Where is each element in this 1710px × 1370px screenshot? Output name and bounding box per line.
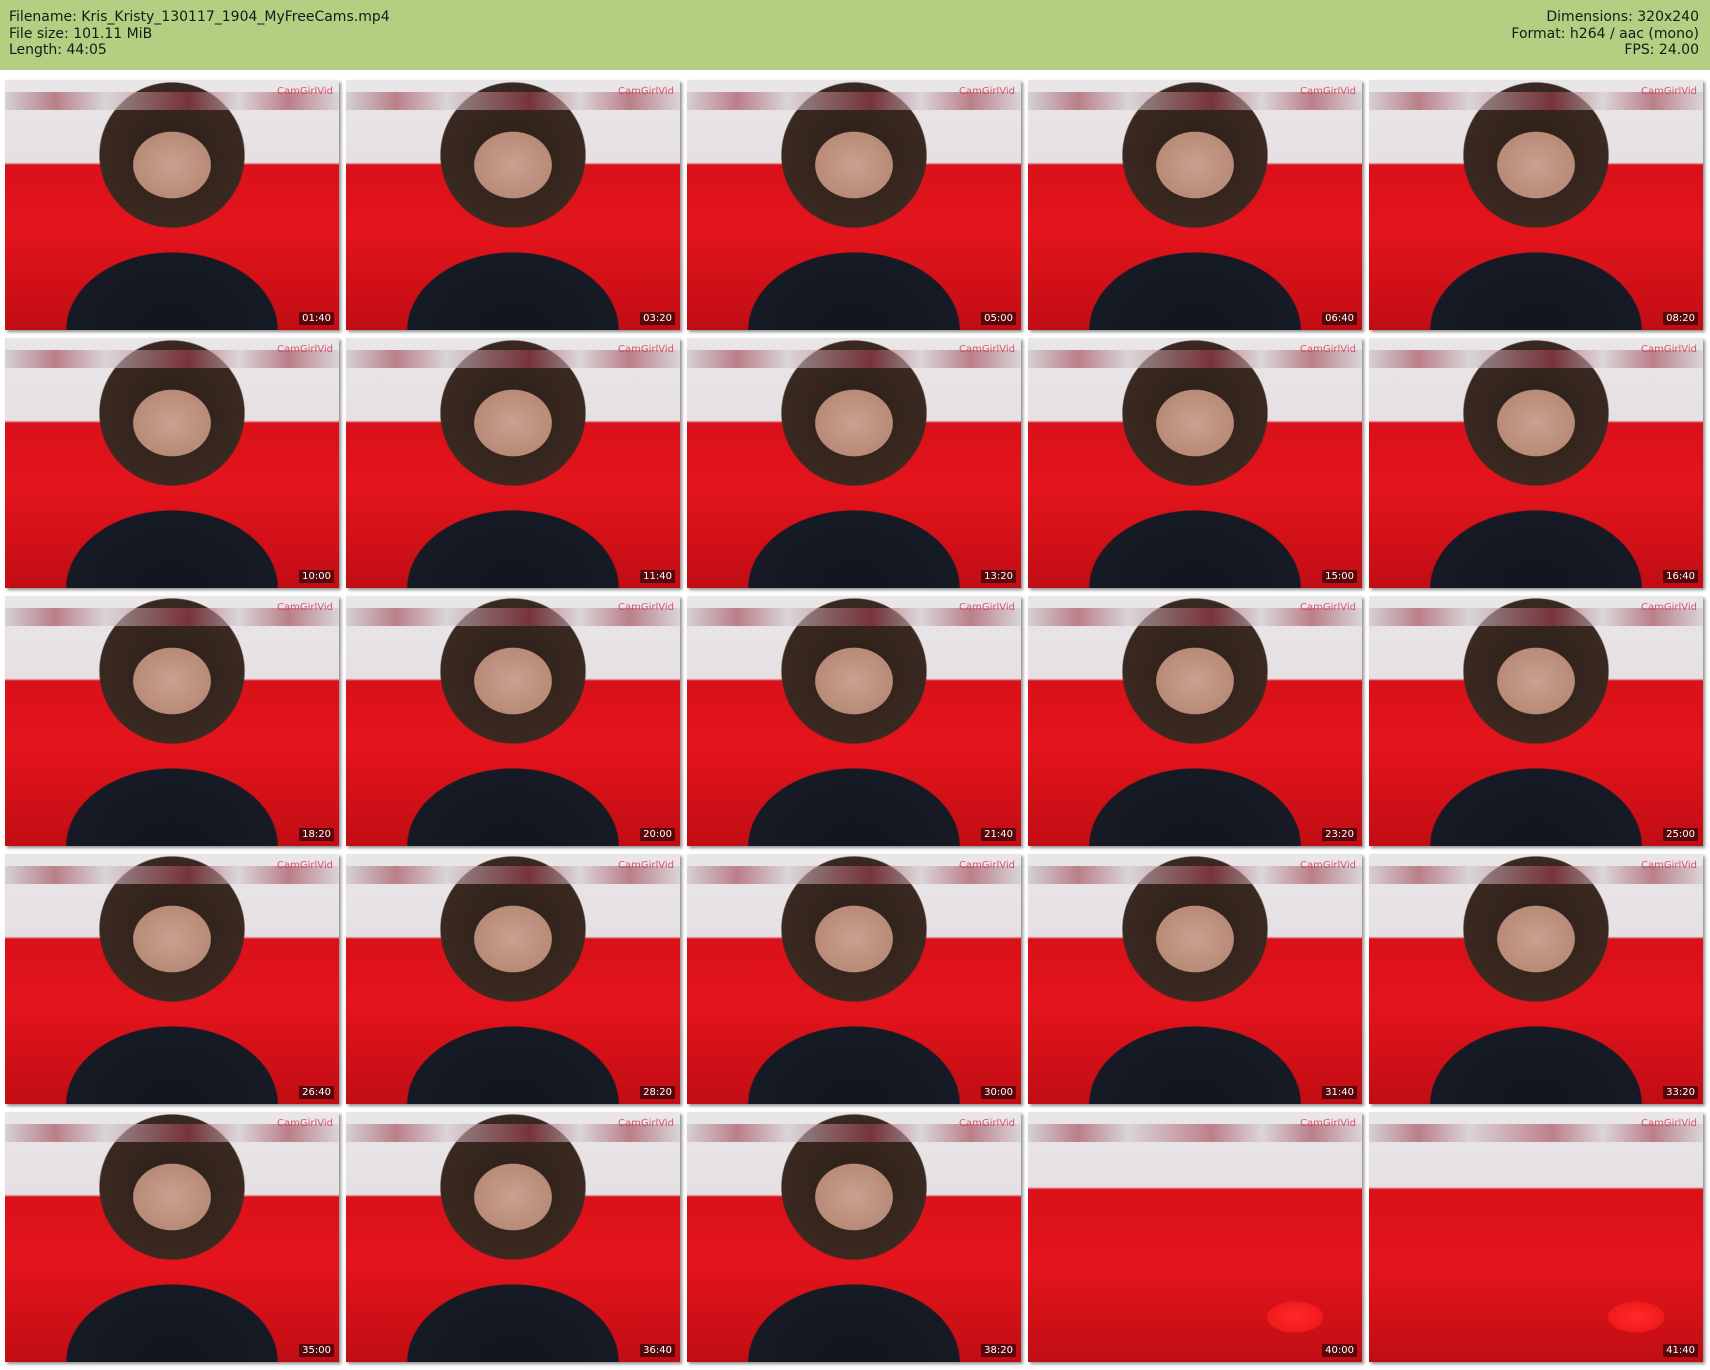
timestamp-label: 38:20: [981, 1344, 1016, 1357]
timestamp-label: 05:00: [981, 312, 1016, 325]
thumbnail-frame[interactable]: CamGirlVid 30:00: [687, 854, 1021, 1104]
thumbnail-grid: CamGirlVid 01:40 CamGirlVid 03:20 CamGirlVid…: [0, 0, 1710, 1370]
watermark-text: CamGirlVid: [276, 86, 333, 97]
timestamp-label: 28:20: [640, 1086, 675, 1099]
watermark-text: CamGirlVid: [958, 1118, 1015, 1129]
thumbnail-frame[interactable]: CamGirlVid 33:20: [1369, 854, 1703, 1104]
timestamp-label: 01:40: [299, 312, 334, 325]
watermark-text: CamGirlVid: [617, 86, 674, 97]
thumbnail-frame[interactable]: CamGirlVid 31:40: [1028, 854, 1362, 1104]
watermark-text: CamGirlVid: [276, 602, 333, 613]
timestamp-label: 06:40: [1322, 312, 1357, 325]
watermark-text: CamGirlVid: [1299, 344, 1356, 355]
watermark-text: CamGirlVid: [1299, 860, 1356, 871]
timestamp-label: 41:40: [1663, 1344, 1698, 1357]
watermark-text: CamGirlVid: [958, 344, 1015, 355]
watermark-text: CamGirlVid: [958, 86, 1015, 97]
timestamp-label: 03:20: [640, 312, 675, 325]
thumbnail-frame[interactable]: CamGirlVid 35:00: [5, 1112, 339, 1362]
watermark-text: CamGirlVid: [1640, 86, 1697, 97]
watermark-text: CamGirlVid: [276, 344, 333, 355]
watermark-text: CamGirlVid: [276, 1118, 333, 1129]
watermark-text: CamGirlVid: [1640, 344, 1697, 355]
thumbnail-frame[interactable]: CamGirlVid 36:40: [346, 1112, 680, 1362]
timestamp-label: 26:40: [299, 1086, 334, 1099]
timestamp-label: 18:20: [299, 828, 334, 841]
watermark-text: CamGirlVid: [617, 344, 674, 355]
thumbnail-frame[interactable]: CamGirlVid 25:00: [1369, 596, 1703, 846]
thumbnail-frame[interactable]: CamGirlVid 15:00: [1028, 338, 1362, 588]
thumbnail-frame[interactable]: CamGirlVid 23:20: [1028, 596, 1362, 846]
watermark-text: CamGirlVid: [1299, 86, 1356, 97]
thumbnail-frame[interactable]: CamGirlVid 40:00: [1028, 1112, 1362, 1362]
watermark-text: CamGirlVid: [617, 1118, 674, 1129]
timestamp-label: 31:40: [1322, 1086, 1357, 1099]
watermark-text: CamGirlVid: [617, 860, 674, 871]
watermark-text: CamGirlVid: [1299, 602, 1356, 613]
thumbnail-frame[interactable]: CamGirlVid 10:00: [5, 338, 339, 588]
thumbnail-frame[interactable]: CamGirlVid 20:00: [346, 596, 680, 846]
timestamp-label: 10:00: [299, 570, 334, 583]
timestamp-label: 16:40: [1663, 570, 1698, 583]
timestamp-label: 11:40: [640, 570, 675, 583]
watermark-text: CamGirlVid: [958, 860, 1015, 871]
thumbnail-frame[interactable]: CamGirlVid 18:20: [5, 596, 339, 846]
thumbnail-frame[interactable]: CamGirlVid 05:00: [687, 80, 1021, 330]
thumbnail-frame[interactable]: CamGirlVid 21:40: [687, 596, 1021, 846]
timestamp-label: 13:20: [981, 570, 1016, 583]
thumbnail-frame[interactable]: CamGirlVid 26:40: [5, 854, 339, 1104]
watermark-text: CamGirlVid: [958, 602, 1015, 613]
timestamp-label: 20:00: [640, 828, 675, 841]
timestamp-label: 30:00: [981, 1086, 1016, 1099]
thumbnail-frame[interactable]: CamGirlVid 11:40: [346, 338, 680, 588]
timestamp-label: 23:20: [1322, 828, 1357, 841]
thumbnail-frame[interactable]: CamGirlVid 28:20: [346, 854, 680, 1104]
timestamp-label: 21:40: [981, 828, 1016, 841]
timestamp-label: 08:20: [1663, 312, 1698, 325]
thumbnail-frame[interactable]: CamGirlVid 03:20: [346, 80, 680, 330]
watermark-text: CamGirlVid: [1640, 602, 1697, 613]
watermark-text: CamGirlVid: [1640, 860, 1697, 871]
thumbnail-frame[interactable]: CamGirlVid 01:40: [5, 80, 339, 330]
thumbnail-frame[interactable]: CamGirlVid 08:20: [1369, 80, 1703, 330]
timestamp-label: 36:40: [640, 1344, 675, 1357]
watermark-text: CamGirlVid: [276, 860, 333, 871]
timestamp-label: 35:00: [299, 1344, 334, 1357]
timestamp-label: 25:00: [1663, 828, 1698, 841]
thumbnail-frame[interactable]: CamGirlVid 38:20: [687, 1112, 1021, 1362]
timestamp-label: 40:00: [1322, 1344, 1357, 1357]
timestamp-label: 33:20: [1663, 1086, 1698, 1099]
thumbnail-frame[interactable]: CamGirlVid 13:20: [687, 338, 1021, 588]
watermark-text: CamGirlVid: [617, 602, 674, 613]
watermark-text: CamGirlVid: [1640, 1118, 1697, 1129]
watermark-text: CamGirlVid: [1299, 1118, 1356, 1129]
thumbnail-frame[interactable]: CamGirlVid 41:40: [1369, 1112, 1703, 1362]
timestamp-label: 15:00: [1322, 570, 1357, 583]
thumbnail-frame[interactable]: CamGirlVid 16:40: [1369, 338, 1703, 588]
thumbnail-frame[interactable]: CamGirlVid 06:40: [1028, 80, 1362, 330]
